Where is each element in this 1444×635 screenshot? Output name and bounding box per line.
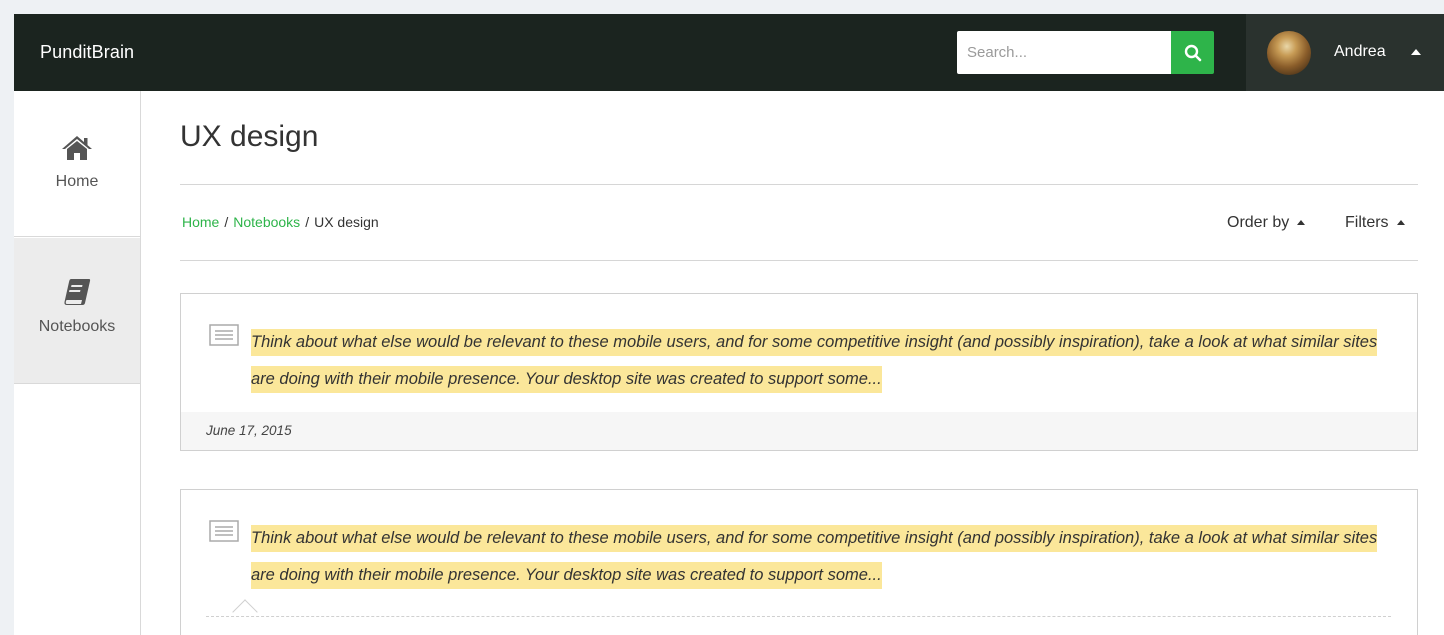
breadcrumb-notebooks-link[interactable]: Notebooks <box>233 214 300 230</box>
note-card[interactable]: Think about what else would be relevant … <box>180 293 1418 451</box>
sidebar-item-label: Home <box>55 173 99 190</box>
note-date: June 17, 2015 <box>206 423 292 438</box>
home-icon <box>61 135 93 161</box>
order-by-dropdown[interactable]: Order by <box>1227 214 1306 232</box>
sidebar-item-notebooks[interactable]: Notebooks <box>14 238 140 384</box>
sidebar: Home Notebooks <box>14 91 141 635</box>
user-name: Andrea <box>1334 43 1386 60</box>
note-excerpt: Think about what else would be relevant … <box>251 324 1381 398</box>
divider <box>180 184 1418 185</box>
breadcrumb-separator: / <box>224 214 229 230</box>
note-excerpt-text: Think about what else would be relevant … <box>251 329 1378 393</box>
divider <box>180 260 1418 261</box>
search-icon <box>1184 44 1201 61</box>
sidebar-item-label: Notebooks <box>38 318 116 335</box>
breadcrumb: Home / Notebooks / UX design <box>182 214 379 230</box>
note-icon <box>209 324 239 346</box>
brand-logo[interactable]: PunditBrain <box>40 42 134 63</box>
search-input[interactable] <box>957 31 1171 74</box>
app-frame: PunditBrain Andrea <box>14 14 1444 635</box>
pointer-notch <box>232 599 258 625</box>
card-footer: June 17, 2015 <box>181 412 1417 450</box>
user-menu[interactable]: Andrea <box>1246 14 1444 91</box>
note-excerpt: Think about what else would be relevant … <box>251 520 1381 594</box>
page-title: UX design <box>180 120 319 153</box>
notebook-icon <box>63 279 91 306</box>
caret-up-icon <box>1297 220 1306 225</box>
note-icon <box>209 520 239 542</box>
breadcrumb-current: UX design <box>314 214 379 230</box>
caret-up-icon <box>1411 49 1421 55</box>
breadcrumb-separator: / <box>305 214 310 230</box>
sidebar-item-home[interactable]: Home <box>14 91 140 237</box>
note-excerpt-text: Think about what else would be relevant … <box>251 525 1378 589</box>
note-card[interactable]: Think about what else would be relevant … <box>180 489 1418 635</box>
breadcrumb-home-link[interactable]: Home <box>182 214 219 230</box>
search-button[interactable] <box>1171 31 1214 74</box>
dashed-divider <box>206 616 1391 617</box>
caret-up-icon <box>1396 220 1405 225</box>
filters-dropdown[interactable]: Filters <box>1345 214 1405 232</box>
top-navbar: PunditBrain Andrea <box>14 14 1444 91</box>
filters-label: Filters <box>1345 214 1389 231</box>
avatar[interactable] <box>1267 31 1311 75</box>
order-by-label: Order by <box>1227 214 1290 231</box>
